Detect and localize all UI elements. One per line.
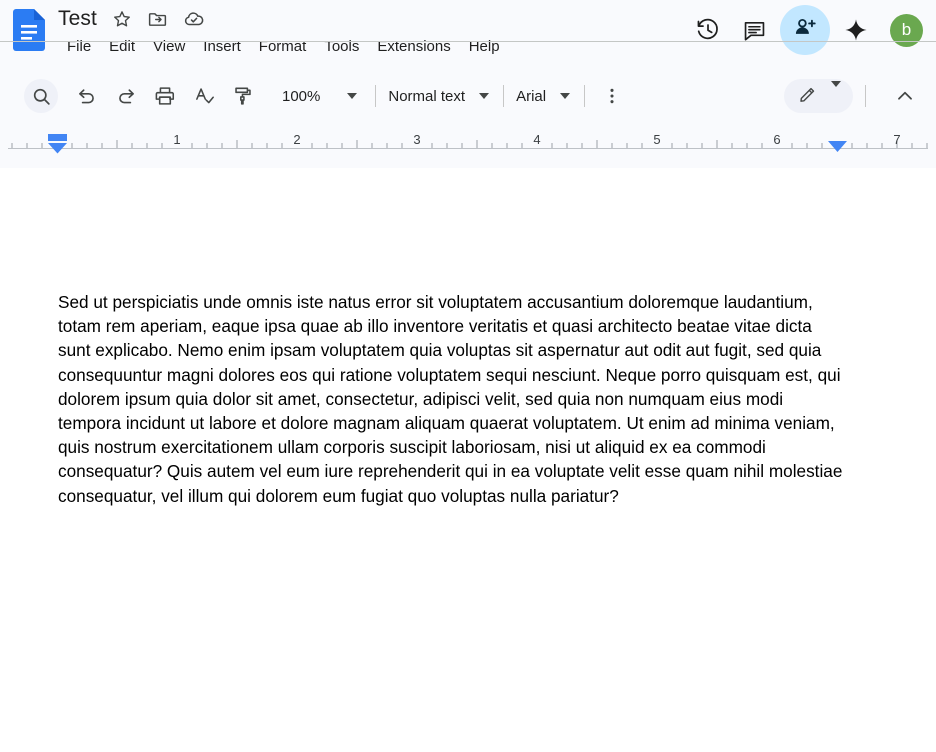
- document-body[interactable]: Sed ut perspiciatis unde omnis iste natu…: [58, 290, 848, 508]
- font-family-value: Arial: [516, 87, 547, 105]
- toolbar-divider: [865, 85, 866, 107]
- ruler-divider: [0, 41, 936, 42]
- toolbar-right-group: [784, 79, 922, 113]
- ruler-tick-label: 7: [893, 132, 900, 147]
- menu-bar: File Edit View Insert Format Tools Exten…: [58, 34, 509, 60]
- search-icon[interactable]: [24, 79, 58, 113]
- document-page[interactable]: Sed ut perspiciatis unde omnis iste natu…: [0, 168, 936, 752]
- menu-item-edit[interactable]: Edit: [100, 34, 144, 60]
- chevron-down-icon: [560, 93, 571, 99]
- editing-mode-button[interactable]: [784, 79, 853, 113]
- google-docs-logo-icon[interactable]: [13, 9, 45, 51]
- chevron-down-icon: [347, 93, 358, 99]
- menu-item-view[interactable]: View: [144, 34, 194, 60]
- app-chrome: Test File Edit View Insert Format Tools …: [0, 0, 936, 168]
- toolbar-divider: [375, 85, 377, 107]
- chevron-up-icon[interactable]: [888, 79, 922, 113]
- gemini-sparkle-icon[interactable]: [833, 7, 879, 53]
- font-family-dropdown[interactable]: Arial: [516, 81, 572, 111]
- menu-item-file[interactable]: File: [58, 34, 100, 60]
- ruler-tick-label: 4: [533, 132, 540, 147]
- ruler-tick-label: 6: [773, 132, 780, 147]
- ruler-tick-label: 2: [293, 132, 300, 147]
- menu-item-tools[interactable]: Tools: [315, 34, 368, 60]
- menu-item-format[interactable]: Format: [250, 34, 316, 60]
- zoom-dropdown[interactable]: 100%: [272, 81, 363, 111]
- paragraph-style-dropdown[interactable]: Normal text: [388, 81, 491, 111]
- redo-icon[interactable]: [111, 81, 141, 111]
- document-title-row: Test: [58, 4, 509, 34]
- share-button[interactable]: [780, 5, 830, 55]
- ruler-tick-label: 3: [413, 132, 420, 147]
- comment-icon[interactable]: [731, 7, 777, 53]
- star-icon[interactable]: [110, 7, 134, 31]
- menu-item-extensions[interactable]: Extensions: [368, 34, 459, 60]
- document-header: Test File Edit View Insert Format Tools …: [0, 0, 936, 68]
- spellcheck-icon[interactable]: [189, 81, 219, 111]
- toolbar-divider: [584, 85, 586, 107]
- print-icon[interactable]: [150, 81, 180, 111]
- paragraph-style-value: Normal text: [388, 87, 466, 105]
- pencil-edit-icon: [798, 84, 818, 109]
- chevron-down-icon: [479, 93, 490, 99]
- ruler[interactable]: 1 2 3 4 5 6 7: [0, 126, 936, 168]
- page-title[interactable]: Test: [58, 7, 110, 31]
- more-vertical-icon[interactable]: [597, 81, 627, 111]
- ruler-tick-label: 1: [173, 132, 180, 147]
- version-history-icon[interactable]: [685, 7, 731, 53]
- chevron-down-icon: [831, 81, 841, 105]
- move-to-folder-icon[interactable]: [146, 7, 170, 31]
- toolbar-divider: [503, 85, 505, 107]
- title-and-menu-block: Test File Edit View Insert Format Tools …: [58, 4, 509, 60]
- toolbar: 100% Normal text Arial: [0, 74, 936, 118]
- paint-format-icon[interactable]: [228, 81, 258, 111]
- header-actions: b: [685, 5, 926, 55]
- zoom-level-value: 100%: [282, 87, 321, 105]
- undo-icon[interactable]: [72, 81, 102, 111]
- menu-item-insert[interactable]: Insert: [194, 34, 250, 60]
- cloud-saved-icon[interactable]: [182, 7, 206, 31]
- document-paragraph[interactable]: Sed ut perspiciatis unde omnis iste natu…: [58, 290, 848, 508]
- menu-item-help[interactable]: Help: [460, 34, 509, 60]
- ruler-tick-label: 5: [653, 132, 660, 147]
